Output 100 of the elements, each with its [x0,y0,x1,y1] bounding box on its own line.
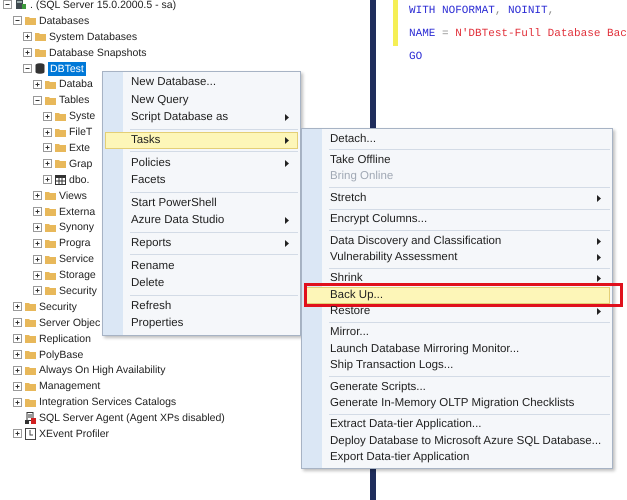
menu-item[interactable]: Start PowerShell [105,194,298,212]
expand-icon[interactable] [13,302,22,312]
tree-node-label[interactable]: Tables [59,93,90,108]
tree-node-label[interactable]: FileT [69,125,92,140]
expand-icon[interactable] [13,382,22,391]
tree-node-label[interactable]: Progra [59,236,91,250]
menu-item[interactable]: Rename [105,257,298,275]
expand-icon[interactable] [33,222,42,232]
tree-node-label[interactable]: Exte [69,140,90,155]
menu-item[interactable]: Script Database as [105,109,298,127]
tree-node-label[interactable]: Replication [39,332,91,346]
menu-item[interactable]: Launch Database Mirroring Monitor... [304,341,610,358]
expand-icon[interactable] [33,286,42,296]
expand-icon[interactable] [43,112,52,121]
expand-icon[interactable] [43,159,52,168]
menu-item[interactable]: Azure Data Studio [105,212,298,230]
expand-icon[interactable] [13,350,22,360]
menu-item[interactable]: Stretch [304,190,610,207]
menu-item[interactable]: Restore [304,304,610,320]
menu-item[interactable]: Take Offline [304,152,610,169]
menu-item[interactable]: Generate Scripts... [304,379,610,396]
tree-node-label[interactable]: Database Snapshots [49,46,146,60]
tree-node-label[interactable]: Synony [59,220,94,234]
folder-icon [25,302,36,312]
expand-icon[interactable] [43,143,52,152]
menu-item[interactable]: Data Discovery and Classification [304,232,610,250]
profiler-icon [25,428,36,440]
expand-icon[interactable] [33,270,42,280]
expand-icon[interactable] [13,334,22,344]
tree-node-label[interactable]: Views [59,188,87,203]
expand-icon[interactable] [13,429,22,438]
menu-item[interactable]: Facets [105,172,298,190]
tree-node-label[interactable]: SQL Server Agent (Agent XPs disabled) [39,411,225,426]
menu-item[interactable]: Shrink [304,270,610,288]
tree-node-label[interactable]: DBTest [48,62,86,76]
tree-node-label[interactable]: Security [59,284,97,298]
menu-item[interactable]: Mirror... [304,324,610,342]
collapse-icon[interactable] [23,64,32,73]
folder-icon [25,366,36,375]
menu-item[interactable]: Tasks [105,132,298,150]
tree-node-label[interactable]: Externa [59,204,96,219]
menu-item[interactable]: Encrypt Columns... [304,212,610,228]
expand-icon[interactable] [13,318,22,328]
menu-item[interactable]: New Database... [105,74,298,92]
menu-item[interactable]: Generate In-Memory OLTP Migration Checklists [304,395,610,412]
submenu-arrow-icon [285,240,289,248]
menu-item[interactable]: Extract Data-tier Application... [304,416,610,434]
menu-item[interactable]: Deploy Database to Microsoft Azure SQL Database... [304,433,610,450]
collapse-icon[interactable] [33,96,42,105]
menu-item[interactable]: Policies [105,154,298,172]
folder-icon [55,112,66,121]
folder-icon [45,270,56,280]
submenu-arrow-icon [597,308,601,316]
menu-item[interactable]: Refresh [105,298,298,316]
tree-node-label[interactable]: dbo. [69,172,90,187]
tree-node-label[interactable]: Service [59,252,94,266]
collapse-icon[interactable] [3,0,12,10]
tree-node-label[interactable]: Integration Services Catalogs [39,395,176,410]
tree-node-label[interactable]: PolyBase [39,348,84,362]
menu-item[interactable]: Delete [105,274,298,293]
expand-icon[interactable] [13,366,22,375]
folder-icon [25,318,36,328]
menu-item[interactable]: Vulnerability Assessment [304,249,610,266]
collapse-icon[interactable] [13,16,22,26]
menu-item[interactable]: Detach... [304,131,610,148]
tree-node-label[interactable]: Management [39,379,100,394]
folder-icon [55,159,66,168]
folder-icon [45,207,56,216]
folder-icon [25,334,36,344]
expand-icon[interactable] [23,32,32,42]
menu-item[interactable]: Export Data-tier Application [304,450,610,466]
folder-icon [45,96,56,105]
tree-node-label[interactable]: XEvent Profiler [39,426,110,441]
menu-item[interactable]: Properties [105,315,298,333]
expand-icon[interactable] [13,398,22,407]
tree-node-label[interactable]: . (SQL Server 15.0.2000.5 - sa) [30,0,176,12]
tree-node-label[interactable]: Syste [69,109,96,124]
expand-icon[interactable] [33,191,42,200]
submenu-arrow-icon [597,254,601,262]
tree-node-label[interactable]: Databa [59,77,93,92]
tree-node-label[interactable]: Storage [59,268,96,282]
tree-node-label[interactable]: System Databases [49,30,138,44]
expand-icon[interactable] [23,48,32,58]
menu-item[interactable]: Ship Transaction Logs... [304,358,610,374]
expand-icon[interactable] [33,207,42,216]
folder-icon [45,254,56,264]
expand-icon[interactable] [43,175,52,184]
tree-node-label[interactable]: Databases [39,14,90,28]
expand-icon[interactable] [43,128,52,137]
tree-node-label[interactable]: Grap [69,156,92,171]
expand-icon[interactable] [33,238,42,248]
tree-node-label[interactable]: Security [39,300,77,314]
folder-icon [45,286,56,296]
folder-icon [35,48,46,58]
menu-item[interactable]: New Query [105,92,298,110]
expand-icon[interactable] [33,80,42,89]
tree-node-label[interactable]: Server Objec [39,316,100,330]
menu-item[interactable]: Reports [105,234,298,252]
expand-icon[interactable] [33,254,42,264]
tree-node-label[interactable]: Always On High Availability [39,363,166,378]
